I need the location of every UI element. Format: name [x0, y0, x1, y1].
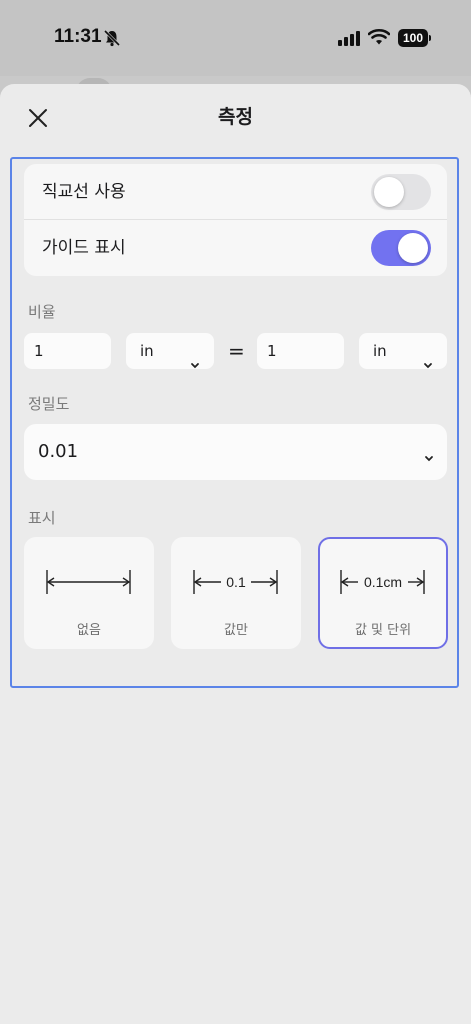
guides-toggle-switch[interactable] — [371, 230, 431, 266]
precision-value: 0.01 — [38, 441, 79, 462]
ratio-right-value: 1 — [267, 342, 277, 360]
toggle-row-guides: 가이드 표시 — [24, 220, 447, 276]
battery-tip — [429, 35, 431, 41]
display-option-none[interactable]: 없음 — [24, 537, 154, 649]
toggle-label-guides: 가이드 표시 — [42, 238, 126, 258]
toggle-label-orthogonal: 직교선 사용 — [42, 182, 126, 202]
toggle-row-orthogonal: 직교선 사용 — [24, 164, 447, 220]
ratio-left-value-input[interactable]: 1 — [24, 333, 111, 369]
battery-indicator: 100 — [398, 29, 428, 47]
ratio-equals-sign: = — [228, 339, 245, 363]
ratio-right-unit-select[interactable]: in — [359, 333, 447, 369]
switch-knob — [398, 233, 428, 263]
chevron-down-icon — [424, 448, 434, 467]
status-bar: 11:31 100 — [0, 0, 471, 76]
ratio-left-unit: in — [140, 342, 154, 360]
display-option-value-only[interactable]: 0.1 값만 — [171, 537, 301, 649]
dimension-line-icon — [46, 570, 131, 594]
measure-settings-sheet: 측정 직교선 사용 가이드 표시 비율 1 in = 1 in 정밀도 0.01… — [0, 84, 471, 1024]
toggle-card: 직교선 사용 가이드 표시 — [24, 164, 447, 276]
ratio-left-value: 1 — [34, 342, 44, 360]
orthogonal-toggle-switch[interactable] — [371, 174, 431, 210]
display-option-label: 값만 — [224, 623, 248, 638]
sheet-title: 측정 — [218, 106, 253, 128]
ratio-left-unit-select[interactable]: in — [126, 333, 214, 369]
signal-icon — [338, 30, 362, 50]
dimension-value-icon: 0.1 — [193, 570, 278, 594]
precision-select[interactable]: 0.01 — [24, 424, 447, 480]
display-option-value-and-unit[interactable]: 0.1cm 값 및 단위 — [318, 537, 448, 649]
dimension-sample-text: 0.1cm — [364, 574, 402, 590]
ratio-section-label: 비율 — [28, 303, 56, 321]
switch-knob — [374, 177, 404, 207]
wifi-icon — [367, 28, 391, 50]
ratio-right-unit: in — [373, 342, 387, 360]
chevron-down-icon — [423, 347, 433, 383]
chevron-down-icon — [190, 347, 200, 383]
display-option-label: 없음 — [77, 623, 101, 638]
status-time: 11:31 — [54, 26, 102, 47]
bell-muted-icon — [103, 29, 121, 51]
ratio-right-value-input[interactable]: 1 — [257, 333, 344, 369]
display-section-label: 표시 — [28, 509, 56, 527]
display-option-label: 값 및 단위 — [354, 623, 412, 638]
dimension-sample-text: 0.1 — [226, 574, 246, 590]
precision-section-label: 정밀도 — [28, 395, 70, 413]
dimension-value-unit-icon: 0.1cm — [340, 570, 425, 594]
